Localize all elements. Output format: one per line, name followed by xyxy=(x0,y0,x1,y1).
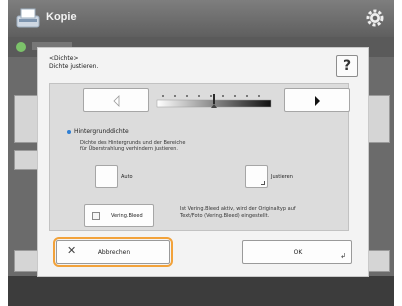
auto-label: Auto xyxy=(121,174,133,180)
enter-icon: ↲ xyxy=(340,252,346,260)
background-tile xyxy=(14,95,38,143)
auto-button[interactable] xyxy=(95,165,118,188)
lighter-icon xyxy=(113,95,120,107)
vering-bleed-label: Vering.Bleed xyxy=(111,213,143,219)
copy-icon xyxy=(16,8,40,28)
background-density-heading: Hintergrunddichte xyxy=(74,128,129,135)
help-button[interactable]: ? xyxy=(336,55,358,77)
vering-bleed-button[interactable]: Vering.Bleed xyxy=(84,204,154,227)
adjust-button[interactable] xyxy=(245,165,268,188)
density-marker xyxy=(213,94,215,104)
background-density-description-line: für Überstrahlung verhindern justieren. xyxy=(80,146,178,153)
background-density-description: Dichte des Hintergrunds und der Bereiche… xyxy=(80,140,185,153)
dialog-title-subtitle: Dichte justieren. xyxy=(49,62,99,70)
density-scale-ticks xyxy=(162,95,260,97)
title-bar: Kopie xyxy=(8,0,394,37)
ok-label: OK xyxy=(293,249,303,256)
background-tile xyxy=(14,150,38,170)
background-tile xyxy=(14,250,38,272)
darker-icon xyxy=(315,96,320,106)
submenu-corner-icon xyxy=(261,181,265,185)
vering-bleed-note-line: Text/Foto (Vering.Bleed) eingestellt. xyxy=(180,212,270,219)
background-tile xyxy=(368,95,390,143)
density-darker-button[interactable] xyxy=(284,88,350,112)
adjust-label: Justieren xyxy=(271,174,293,180)
background-tile xyxy=(368,250,390,272)
density-lighter-button[interactable] xyxy=(83,88,149,112)
gear-icon[interactable] xyxy=(364,7,386,29)
section-bullet-icon xyxy=(67,130,71,134)
vering-bleed-note: Ist Vering.Bleed aktiv, wird der Origina… xyxy=(180,206,296,219)
density-scale[interactable] xyxy=(155,88,275,112)
dialog-title-heading: <Dichte> xyxy=(49,55,79,62)
ok-button[interactable]: OK ↲ xyxy=(242,240,352,264)
app-title: Kopie xyxy=(46,11,77,23)
vering-bleed-checkbox[interactable] xyxy=(92,212,100,220)
bottom-bar xyxy=(8,276,394,306)
cancel-label: Abbrechen xyxy=(97,249,131,256)
vering-bleed-note-line: Ist Vering.Bleed aktiv, wird der Origina… xyxy=(180,206,296,212)
dialog-title: <Dichte> Dichte justieren. xyxy=(49,55,98,70)
status-indicator-icon xyxy=(16,42,26,52)
cancel-button[interactable]: ✕ Abbrechen xyxy=(56,240,170,264)
